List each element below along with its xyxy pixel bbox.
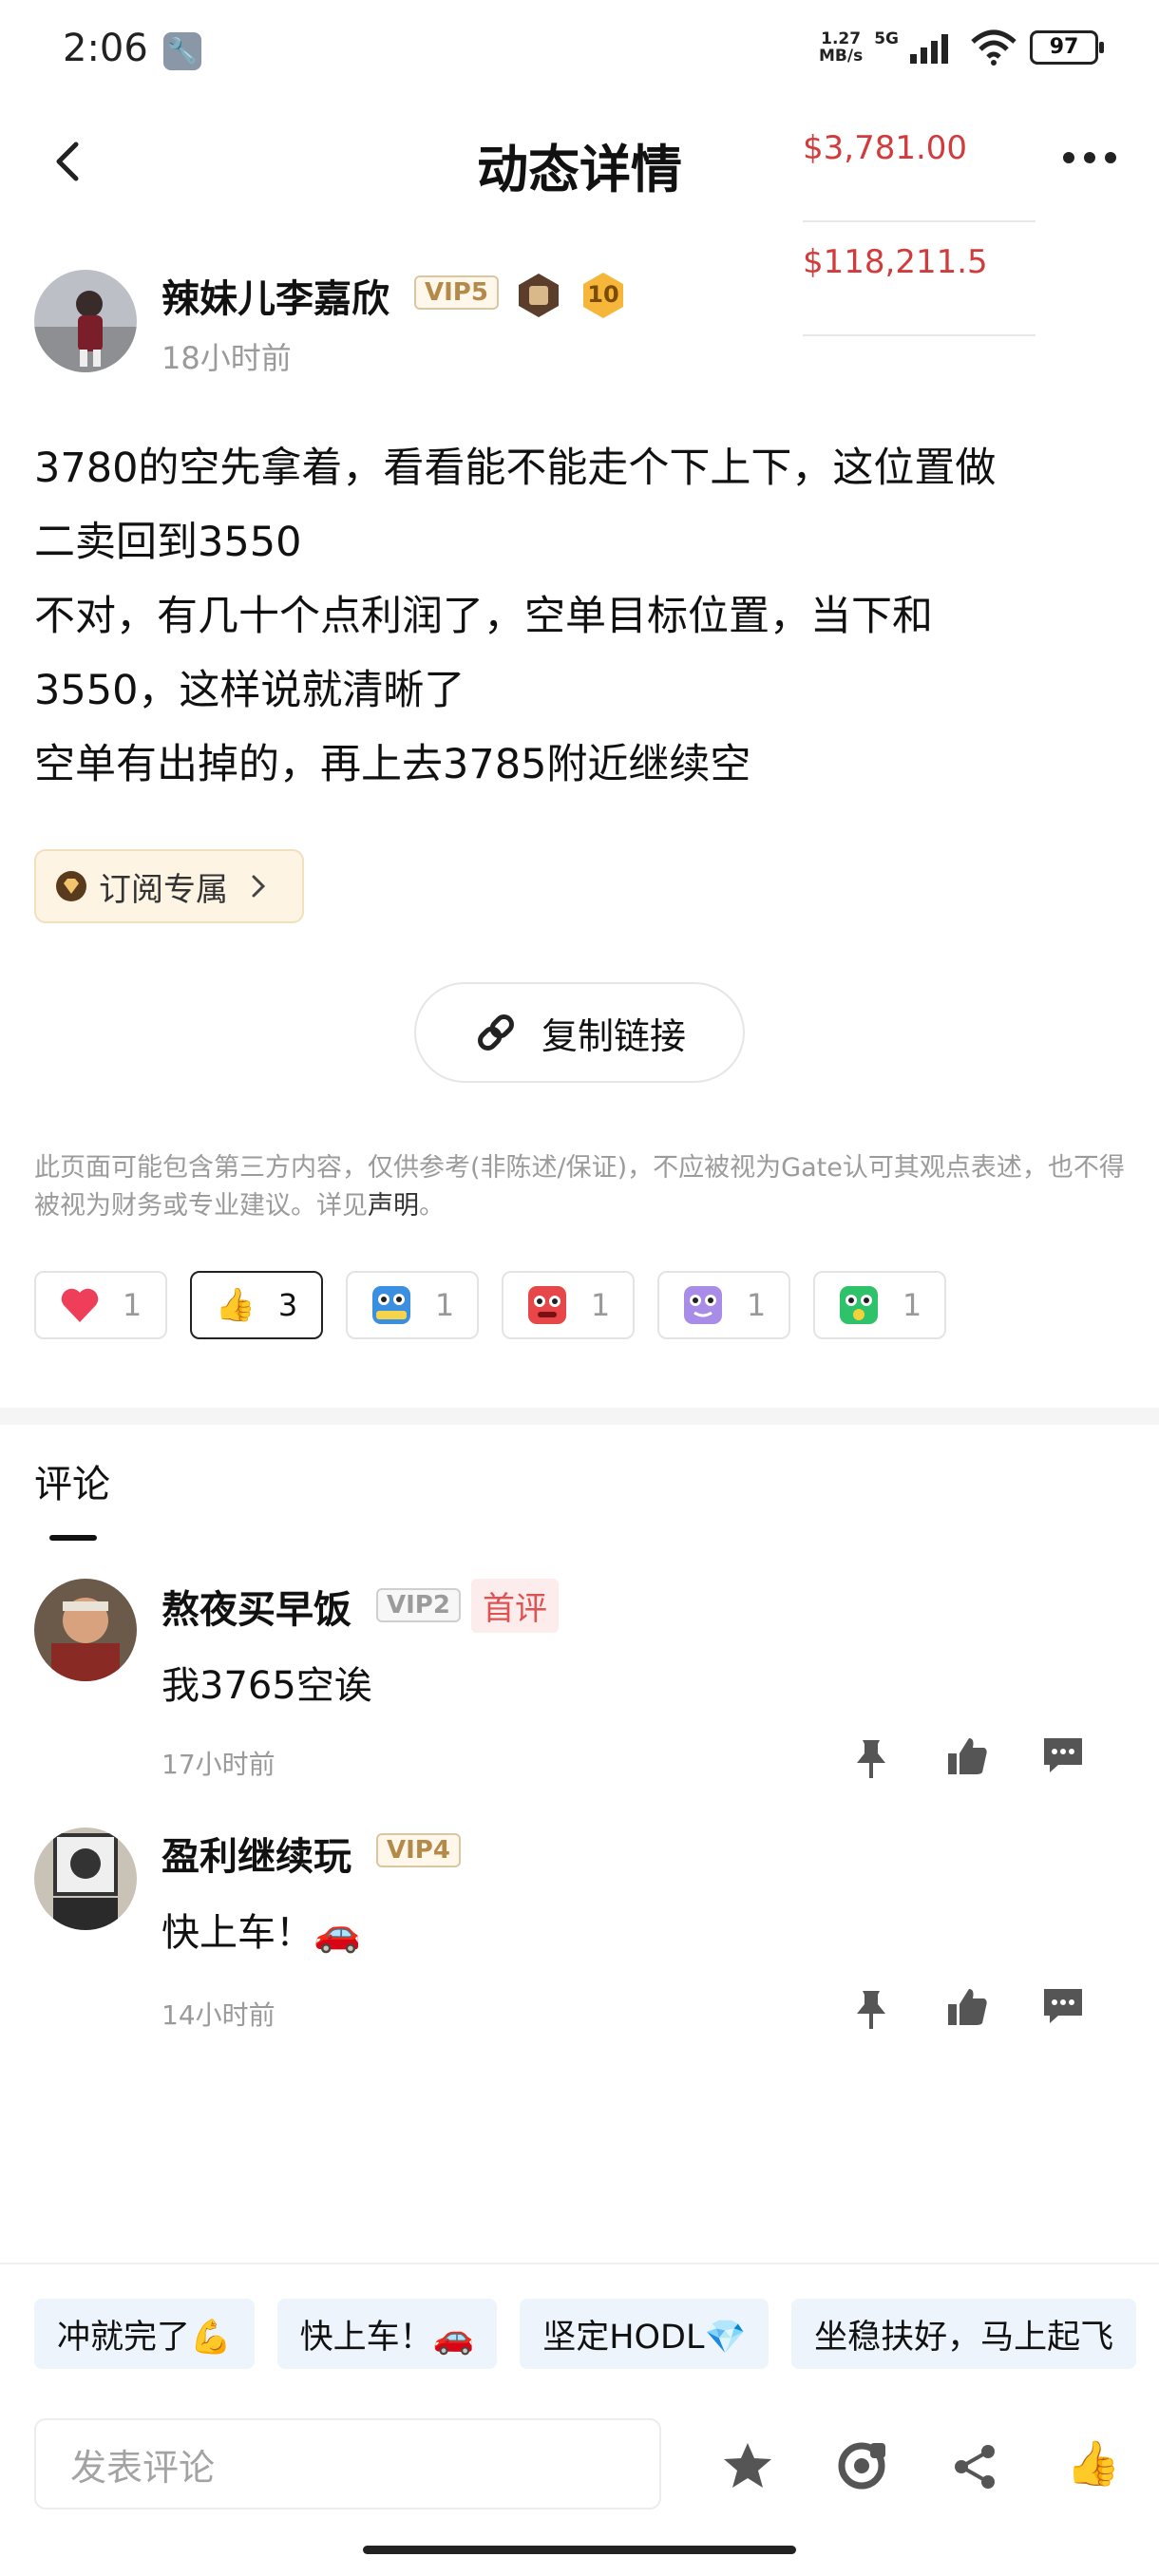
post-line: 二卖回到3550 [34,519,302,566]
heart-icon [61,1288,99,1322]
post-content: 3780的空先拿着，看看能不能走个下上下，这位置做 二卖回到3550 不对，有几… [34,431,1127,802]
home-indicator [363,2546,796,2554]
share-icon[interactable] [950,2443,999,2491]
post-line: 空单有出掉的，再上去3785附近继续空 [34,741,751,788]
reaction-heart[interactable]: 1 [34,1271,167,1339]
reaction-count: 1 [122,1287,142,1323]
post-line: 不对，有几十个点利润了，空单目标位置，当下和 [34,593,933,640]
vip-badge: VIP2 [376,1588,461,1622]
reply-icon[interactable] [1041,1734,1085,1778]
reaction-thumbs-up[interactable]: 👍 3 [190,1271,323,1339]
purple-face-icon [683,1286,722,1324]
comment-text: 快上车！🚗 [162,1911,361,1955]
battery-indicator: 97 [1030,30,1104,65]
rank-medal-icon [519,274,559,317]
copy-link-button[interactable]: 复制链接 [414,982,745,1083]
ticker-divider [803,334,1036,336]
author-avatar[interactable] [34,270,137,372]
comment-input-placeholder: 发表评论 [70,2446,216,2489]
ticker-price[interactable]: $118,211.5 [803,243,1036,281]
comment-text: 我3765空诶 [162,1664,372,1708]
reaction-purple[interactable]: 1 [657,1271,790,1339]
quick-reply-chip[interactable]: 快上车！🚗 [276,2299,498,2369]
comment-timestamp: 14小时前 [162,1999,276,2031]
status-indicators: 1.27 MB/s 5G 97 [819,28,1104,66]
quick-reply-bar: 冲就完了💪 快上车！🚗 坚定HODL💎 坐稳扶好，马上起飞 [34,2299,1137,2369]
reaction-count: 1 [746,1287,767,1323]
disclaimer-link[interactable]: 声明 [368,1191,419,1221]
comment-author[interactable]: 盈利继续玩 [162,1826,352,1881]
quick-reply-chip[interactable]: 坚定HODL💎 [520,2299,770,2369]
post-timestamp: 18小时前 [162,340,292,376]
disclaimer: 此页面可能包含第三方内容，仅供参考(非陈述/保证)，不应被视为Gate认可其观点… [34,1153,1125,1221]
comments-tab[interactable]: 评论 [34,1453,110,1508]
reaction-count: 3 [277,1287,298,1323]
more-horizontal-icon[interactable] [1062,146,1117,169]
ticker-price[interactable]: $3,781.00 [803,129,1036,167]
quick-reply-chip[interactable]: 冲就完了💪 [34,2299,255,2369]
reaction-green[interactable]: 1 [813,1271,946,1339]
angry-face-icon [527,1286,566,1324]
status-time: 2:06 [63,27,148,70]
author-name[interactable]: 辣妹儿李嘉欣 [162,268,390,323]
thumbs-up-icon: 👍 [215,1286,256,1324]
post-line: 3550，这样说就清晰了 [34,667,466,714]
comment-input[interactable]: 发表评论 [34,2418,661,2510]
post-line: 3780的空先拿着，看看能不能走个下上下，这位置做 [34,445,997,492]
vip-badge: VIP5 [414,275,499,310]
reaction-count: 1 [902,1287,922,1323]
pin-icon[interactable] [849,1987,893,2031]
quick-reply-chip[interactable]: 坐稳扶好，马上起飞 [791,2299,1137,2369]
first-comment-badge: 首评 [471,1579,559,1633]
ticker-divider [803,220,1036,222]
wrench-icon: 🔧 [163,32,201,70]
wifi-icon [971,29,1016,66]
comment-timestamp: 17小时前 [162,1749,276,1780]
reaction-bar: 1 👍 3 1 1 1 1 [34,1271,946,1339]
hodl-icon [371,1286,410,1324]
comment-avatar[interactable] [34,1828,137,1930]
repost-icon[interactable] [836,2441,887,2491]
star-icon[interactable] [722,2441,773,2491]
network-type: 5G [874,29,899,48]
tab-indicator [49,1535,97,1541]
comment-avatar[interactable] [34,1579,137,1681]
pin-icon[interactable] [849,1736,893,1780]
bottom-divider [0,2263,1159,2264]
chevron-right-icon [252,875,266,898]
reaction-hodl[interactable]: 1 [346,1271,479,1339]
network-speed: 1.27 MB/s [819,29,864,66]
like-icon[interactable] [946,1734,990,1778]
subscription-label: 订阅专属 [99,870,228,909]
link-icon [477,1014,514,1051]
reaction-angry[interactable]: 1 [502,1271,635,1339]
diamond-icon [56,871,86,901]
reply-icon[interactable] [1041,1985,1085,2029]
reaction-count: 1 [434,1287,455,1323]
comment-author[interactable]: 熬夜买早饭 [162,1579,352,1634]
section-divider [0,1408,1159,1425]
reaction-count: 1 [590,1287,611,1323]
thumbs-up-icon[interactable]: 👍 [1066,2437,1120,2490]
vip-badge: VIP4 [376,1833,461,1867]
copy-link-label: 复制链接 [541,1014,686,1057]
signal-icon [910,34,948,64]
green-face-icon [839,1286,878,1324]
level-badge: 10 [581,272,625,319]
like-icon[interactable] [946,1985,990,2029]
subscription-chip[interactable]: 订阅专属 [34,849,304,923]
